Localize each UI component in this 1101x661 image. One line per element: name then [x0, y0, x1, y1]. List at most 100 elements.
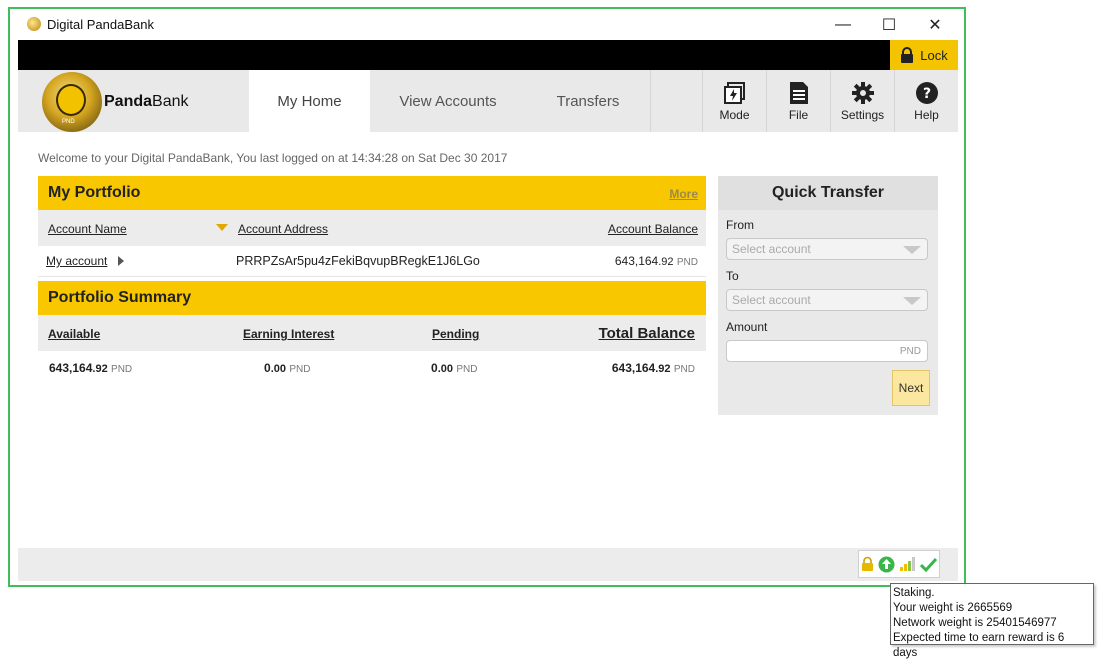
- settings-label: Settings: [840, 107, 885, 122]
- summary-pending-value: 0.00 PND: [431, 361, 477, 375]
- brand-name: PandaBank: [104, 93, 188, 111]
- chevron-right-icon[interactable]: [118, 256, 124, 266]
- summary-pending-dec: .00: [437, 363, 453, 375]
- quick-transfer-panel: Quick Transfer From Select account To Se…: [718, 176, 938, 415]
- summary-title: Portfolio Summary: [48, 289, 192, 306]
- to-account-placeholder: Select account: [732, 293, 811, 307]
- from-account-select[interactable]: Select account: [726, 238, 928, 260]
- lock-label: Lock: [920, 47, 948, 63]
- mode-button[interactable]: Mode: [702, 70, 766, 132]
- tab-my-home[interactable]: My Home: [249, 70, 370, 132]
- summary-earning-value: 0.00 PND: [264, 361, 310, 375]
- settings-button[interactable]: Settings: [830, 70, 894, 132]
- summary-available-value: 643,164.92 PND: [49, 361, 132, 375]
- svg-text:?: ?: [922, 86, 930, 102]
- synced-check-icon[interactable]: [919, 557, 937, 572]
- summary-total-unit: PND: [673, 364, 695, 375]
- close-button[interactable]: ✕: [912, 9, 958, 40]
- account-balance-dec: .92: [658, 256, 674, 268]
- tooltip-line-3: Network weight is 25401546977: [893, 617, 1057, 629]
- staking-arrow-icon[interactable]: [878, 556, 895, 573]
- chevron-down-icon: [903, 246, 921, 254]
- help-label: Help: [914, 107, 939, 122]
- lock-button[interactable]: Lock: [890, 40, 958, 70]
- portfolio-header: My Portfolio More: [38, 176, 706, 210]
- from-label: From: [726, 218, 754, 232]
- to-account-select[interactable]: Select account: [726, 289, 928, 311]
- main-nav: PND PandaBank My Home View Accounts Tran…: [18, 70, 958, 132]
- account-balance-unit: PND: [676, 257, 698, 268]
- tooltip-line-4: Expected time to earn reward is 6 days: [893, 632, 1065, 659]
- title-bar: Digital PandaBank — ☐ ✕: [18, 9, 958, 40]
- col-account-name[interactable]: Account Name: [48, 222, 127, 236]
- next-button[interactable]: Next: [892, 370, 930, 406]
- summary-earning-label: Earning Interest: [243, 327, 335, 341]
- pandabank-logo: PND: [42, 72, 102, 132]
- account-balance-int: 643,164: [614, 254, 659, 268]
- summary-available-label: Available: [48, 327, 101, 341]
- amount-label: Amount: [726, 320, 768, 334]
- from-account-placeholder: Select account: [732, 242, 811, 256]
- logo-badge: PND: [62, 119, 75, 125]
- file-icon: [789, 81, 808, 104]
- summary-pending-int: 0: [431, 361, 438, 375]
- app-window: Digital PandaBank — ☐ ✕ Lock PND PandaBa…: [18, 9, 958, 581]
- maximize-button[interactable]: ☐: [866, 9, 912, 40]
- summary-pending-label: Pending: [432, 327, 480, 341]
- tooltip-line-1: Staking.: [893, 587, 935, 599]
- quick-transfer-title: Quick Transfer: [718, 176, 938, 210]
- col-account-address[interactable]: Account Address: [238, 222, 328, 236]
- status-bar: [18, 548, 958, 581]
- amount-input[interactable]: PND: [726, 340, 928, 362]
- tooltip-line-2: Your weight is 2665569: [893, 602, 1013, 614]
- amount-unit: PND: [899, 346, 921, 357]
- mode-label: Mode: [719, 107, 750, 122]
- status-icon-tray: [858, 550, 940, 578]
- wallet-lock-icon[interactable]: [861, 556, 874, 572]
- summary-available-int: 643,164: [49, 361, 93, 375]
- account-balance: 643,164.92 PND: [615, 254, 698, 268]
- tab-transfers[interactable]: Transfers: [526, 70, 651, 132]
- sort-desc-icon[interactable]: [216, 224, 228, 231]
- help-icon: ?: [915, 81, 938, 104]
- lock-icon: [901, 46, 914, 63]
- mode-icon: [723, 81, 745, 104]
- account-name-link[interactable]: My account: [46, 254, 107, 268]
- tab-view-accounts[interactable]: View Accounts: [370, 70, 526, 132]
- table-row[interactable]: My account PRRPZsAr5pu4zFekiBqvupBRegkE1…: [38, 246, 706, 277]
- brand-name-bold: Panda: [104, 93, 153, 110]
- file-label: File: [788, 107, 809, 122]
- summary-total-dec: .92: [655, 363, 671, 375]
- summary-total-int: 643,164: [611, 361, 656, 375]
- summary-total-value: 643,164.92 PND: [612, 361, 695, 375]
- summary-column-header: Available Earning Interest Pending Total…: [38, 315, 706, 351]
- portfolio-column-header: Account Name Account Address Account Bal…: [38, 210, 706, 246]
- welcome-message: Welcome to your Digital PandaBank, You l…: [38, 151, 508, 165]
- summary-earning-unit: PND: [289, 364, 311, 375]
- staking-tooltip: Staking. Your weight is 2665569 Network …: [890, 583, 1094, 659]
- summary-available-unit: PND: [111, 364, 133, 375]
- col-account-balance[interactable]: Account Balance: [608, 222, 698, 236]
- summary-total-label: Total Balance: [598, 325, 695, 342]
- account-address: PRRPZsAr5pu4zFekiBqvupBRegkE1J6LGo: [236, 254, 480, 268]
- gear-icon: [851, 81, 874, 104]
- file-button[interactable]: File: [766, 70, 830, 132]
- app-icon: [27, 17, 41, 31]
- top-black-bar: [18, 40, 958, 70]
- summary-earning-dec: .00: [270, 363, 286, 375]
- help-button[interactable]: ? Help: [894, 70, 958, 132]
- summary-values-row: 643,164.92 PND 0.00 PND 0.00 PND 643,164…: [38, 351, 706, 385]
- panda-face-icon: [56, 84, 86, 116]
- summary-header: Portfolio Summary: [38, 281, 706, 315]
- summary-pending-unit: PND: [456, 364, 478, 375]
- summary-earning-int: 0: [264, 361, 271, 375]
- summary-available-dec: .92: [92, 363, 108, 375]
- signal-bars-icon[interactable]: [899, 557, 916, 571]
- minimize-button[interactable]: —: [820, 9, 866, 40]
- window-title: Digital PandaBank: [47, 17, 154, 32]
- to-label: To: [726, 269, 739, 283]
- chevron-down-icon: [903, 297, 921, 305]
- brand-name-rest: Bank: [152, 93, 189, 110]
- portfolio-title: My Portfolio: [48, 184, 141, 201]
- more-link[interactable]: More: [669, 187, 698, 201]
